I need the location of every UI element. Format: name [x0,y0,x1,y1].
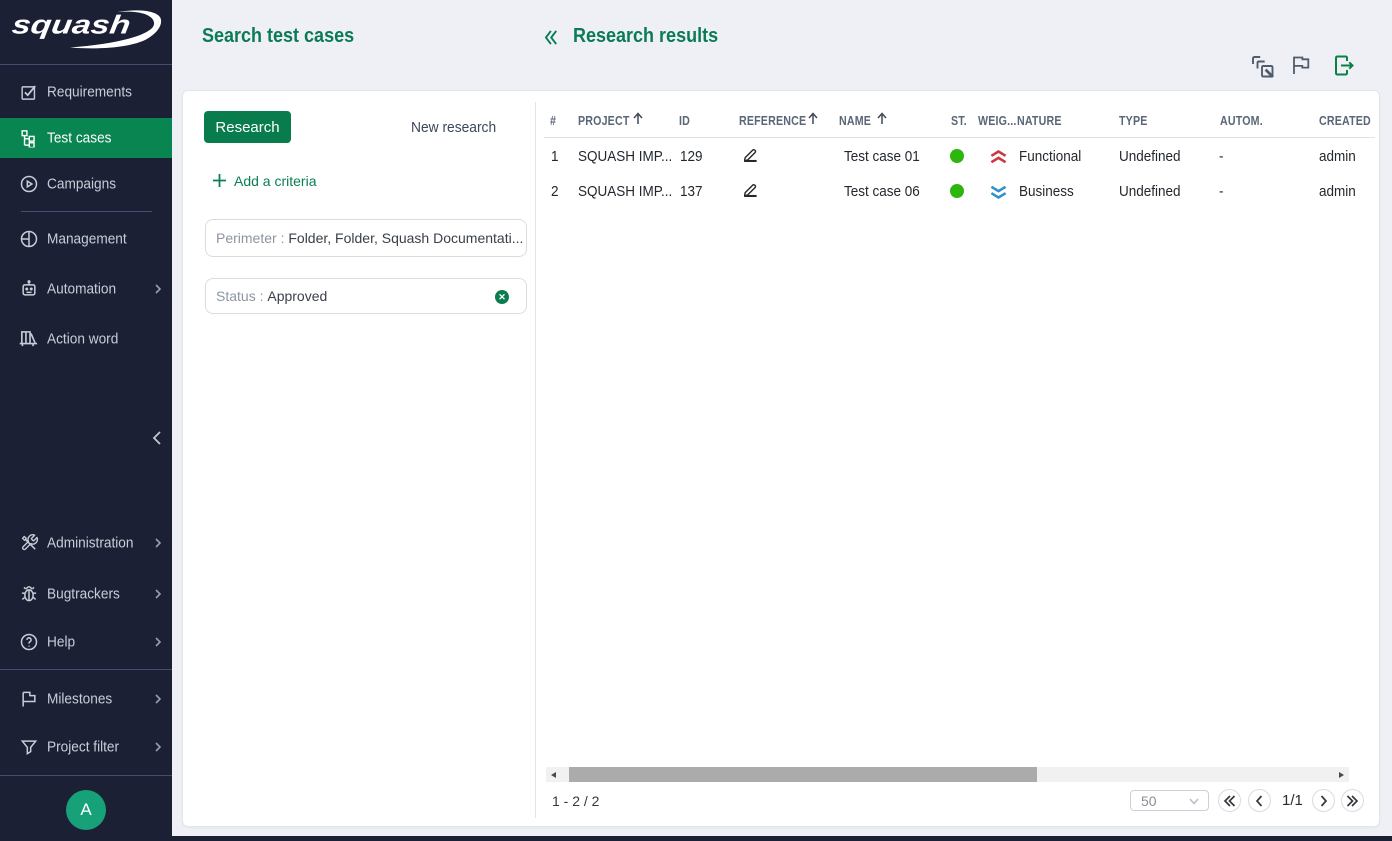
svg-text:squash: squash [10,11,132,39]
